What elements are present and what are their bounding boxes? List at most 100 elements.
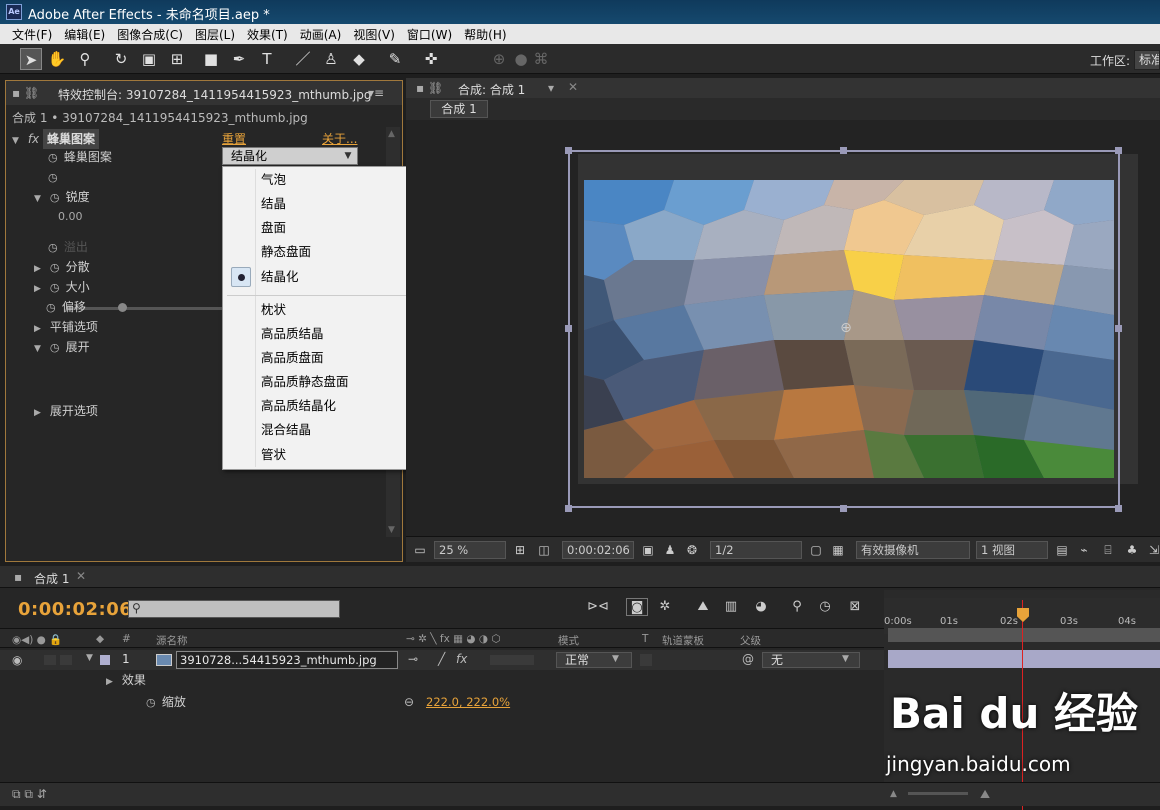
close-icon[interactable]: ✕ (76, 569, 86, 583)
hand-tool-icon[interactable]: ✋ (46, 48, 68, 70)
view-layout-select[interactable]: 1 视图 (976, 541, 1048, 559)
zoom-slider[interactable] (908, 792, 968, 795)
menu-layer[interactable]: 图层(L) (189, 26, 241, 43)
chevron-down-icon[interactable]: ▼ (842, 654, 849, 664)
transform-handle[interactable] (840, 505, 847, 512)
zoom-select[interactable]: 25 % (434, 541, 506, 559)
effect-header-row[interactable]: ▼ fx 蜂巢图案 (12, 129, 99, 149)
menu-window[interactable]: 窗口(W) (401, 26, 458, 43)
menu-item-pillow[interactable]: 枕状 (261, 299, 286, 321)
menu-item-plates[interactable]: 盘面 (261, 217, 286, 239)
collapse-triangle-icon[interactable]: ▼ (34, 189, 46, 209)
always-preview-icon[interactable]: ▭ (412, 541, 428, 559)
scale-property-row[interactable]: ◷ 缩放 (146, 692, 186, 712)
eye-icon[interactable]: ◉ (12, 653, 22, 667)
menu-help[interactable]: 帮助(H) (458, 26, 512, 43)
transparency-grid-icon[interactable]: ▦ (830, 541, 846, 559)
hide-shy-icon[interactable]: ⛰ (692, 598, 714, 616)
draft-3d-icon[interactable]: ✲ (654, 598, 676, 616)
expand-triangle-icon[interactable]: ▶ (34, 319, 46, 339)
constrain-proportions-icon[interactable]: ⊖ (404, 695, 414, 709)
menu-item-hq-static-plates[interactable]: 高品质静态盘面 (261, 371, 349, 393)
toggle-switches-icon[interactable]: ⧉ ⧉ ⇵ (12, 787, 47, 802)
current-time-display[interactable]: 0:00:02:06 (18, 599, 132, 620)
stopwatch-icon[interactable]: ◷ (50, 258, 62, 278)
search-input[interactable]: ⚲ (128, 600, 340, 618)
timeline-tab[interactable]: ▪ 合成 1 ✕ (0, 566, 1160, 588)
expand-triangle-icon[interactable]: ▶ (34, 279, 46, 299)
collapse-triangle-icon[interactable]: ▼ (34, 339, 46, 359)
stopwatch-icon[interactable]: ◷ (50, 188, 62, 208)
sharpness-slider-knob[interactable] (118, 303, 127, 312)
solo-switch[interactable] (60, 655, 72, 665)
chevron-down-icon[interactable]: ▼ (612, 654, 619, 664)
stopwatch-icon[interactable]: ◷ (146, 693, 158, 713)
mask-visibility-icon[interactable]: ◫ (536, 541, 552, 559)
col-source-name[interactable]: 源名称 (156, 633, 188, 648)
reset-link[interactable]: 重置 (222, 130, 246, 147)
stopwatch-icon[interactable]: ◷ (46, 298, 58, 318)
snapshot-icon[interactable]: ▣ (640, 541, 656, 559)
mini-flowchart-icon[interactable]: ⊳⊲ (586, 598, 610, 616)
layer-name[interactable]: 3910728...54415923_mthumb.jpg (176, 651, 398, 669)
menu-item-mixed-crystals[interactable]: 混合结晶 (261, 419, 311, 441)
expand-triangle-icon[interactable]: ▶ (34, 403, 46, 423)
composition-subtab[interactable]: 合成 1 (430, 100, 488, 118)
pan-behind-tool-icon[interactable]: ⊞ (166, 48, 188, 70)
transform-handle[interactable] (565, 505, 572, 512)
about-link[interactable]: 关于... (322, 130, 357, 147)
menu-edit[interactable]: 编辑(E) (58, 26, 111, 43)
pick-whip-icon[interactable]: @ (742, 652, 754, 666)
flowchart-icon[interactable]: ♣ (1124, 541, 1140, 559)
sharpness-value[interactable]: 0.00 (58, 207, 83, 227)
fx-icon[interactable]: fx (28, 132, 39, 146)
clone-stamp-tool-icon[interactable]: ♙ (320, 48, 342, 70)
region-of-interest-icon[interactable]: ▢ (808, 541, 824, 559)
layer-duration-bar[interactable] (888, 650, 1160, 668)
expand-triangle-icon[interactable]: ▶ (34, 259, 46, 279)
world-axis-icon[interactable]: ● (510, 48, 532, 70)
brainstorm-icon[interactable]: ⚲ (786, 598, 808, 616)
menu-item-tubular[interactable]: 管状 (261, 444, 286, 466)
pen-tool-icon[interactable]: ✒ (228, 48, 250, 70)
workspace-select[interactable]: 标准 (1134, 50, 1160, 70)
brush-tool-icon[interactable]: ／ (292, 48, 314, 70)
collapse-triangle-icon[interactable]: ▼ (86, 653, 93, 663)
exposure-icon[interactable]: ⇲ (1146, 541, 1160, 559)
fast-preview-icon[interactable]: ⌁ (1076, 541, 1092, 559)
auto-keyframe-icon[interactable]: ◷ (814, 598, 836, 616)
channel-icon[interactable]: ❂ (684, 541, 700, 559)
menu-effect[interactable]: 效果(T) (241, 26, 294, 43)
blend-mode-select[interactable]: 正常 (556, 652, 632, 668)
menu-item-hq-crystals[interactable]: 高品质结晶 (261, 323, 324, 345)
selection-tool-icon[interactable]: ➤ (20, 48, 42, 70)
quality-switch-icon[interactable]: ╱ (438, 652, 445, 666)
stopwatch-icon[interactable]: ◷ (50, 338, 62, 358)
motion-blur-icon[interactable]: ◕ (750, 598, 772, 616)
menu-view[interactable]: 视图(V) (347, 26, 401, 43)
effect-controls-tab[interactable]: ▪ ⛓ 特效控制台: 39107284_1411954415923_mthumb… (6, 81, 402, 105)
composition-tab[interactable]: ▪ ⛓ 合成: 合成 1 ▾ ✕ (406, 78, 1160, 98)
text-tool-icon[interactable]: T (256, 48, 278, 70)
layer-switch-boxes[interactable] (490, 655, 534, 665)
transform-handle[interactable] (1115, 147, 1122, 154)
grid-guides-icon[interactable]: ⊞ (512, 541, 528, 559)
view-axis-icon[interactable]: ⌘ (530, 48, 552, 70)
transform-handle[interactable] (840, 147, 847, 154)
scroll-down-icon[interactable]: ▼ (388, 525, 395, 535)
zoom-out-icon[interactable]: ▲ (890, 789, 897, 799)
axis-mode-icon[interactable]: ⊕ (488, 48, 510, 70)
stopwatch-icon[interactable]: ◷ (48, 148, 60, 168)
transform-handle[interactable] (565, 325, 572, 332)
audio-switch[interactable] (44, 655, 56, 665)
panel-menu-icon[interactable]: ▾≡ (368, 86, 384, 100)
fx-switch-icon[interactable]: fx (456, 652, 467, 666)
menu-file[interactable]: 文件(F) (6, 26, 58, 43)
timeline-icon[interactable]: ⌸ (1100, 541, 1116, 559)
roto-brush-tool-icon[interactable]: ✎ (384, 48, 406, 70)
resolution-select[interactable]: 1/2 (710, 541, 802, 559)
pixel-aspect-icon[interactable]: ▤ (1054, 541, 1070, 559)
live-update-icon[interactable]: ◙ (626, 598, 648, 616)
menu-item-hq-plates[interactable]: 高品质盘面 (261, 347, 324, 369)
shy-switch-icon[interactable]: ⊸ (408, 652, 418, 666)
